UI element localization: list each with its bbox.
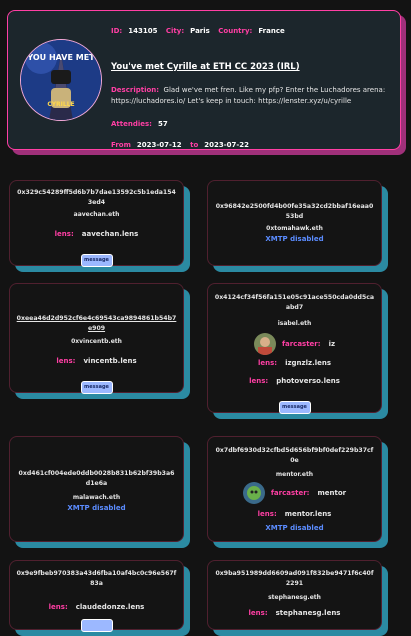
country-label: Country: (218, 27, 253, 35)
farcaster-row: farcaster: mentor (208, 482, 381, 504)
lens-row: lens: izgnzlz.lens (208, 359, 381, 367)
lens-label: lens: (56, 357, 76, 365)
wallet-address: 0x7dbf6930d32cfbd5d656bf9bf0def229b37cf0… (215, 447, 374, 464)
farcaster-handle: iz (328, 340, 336, 348)
avatar (253, 333, 276, 355)
lens-label: lens: (54, 230, 74, 238)
ens-name: aavechan.eth (73, 211, 120, 218)
ens-name: malawach.eth (72, 494, 121, 501)
lens-handle: photoverso.lens (276, 377, 340, 385)
wallet-address: 0x9e9fbeb970383a43d6fba10af4bc0c96e567f8… (16, 570, 177, 587)
message-button[interactable]: message (80, 381, 113, 394)
farcaster-label: farcaster: (281, 340, 321, 348)
from-date: 2023-07-12 (136, 141, 182, 149)
wallet-address: 0xd461cf004ede0ddb0028b831b62bf39b3a6d1e… (18, 470, 175, 487)
lens-row: lens: vincentb.lens (10, 357, 183, 365)
xmtp-status: XMTP disabled (265, 524, 324, 532)
profile-card: 0x4124cf34f56fa151e05c91ace550cda0dd5caa… (207, 283, 382, 414)
ens-name: 0xtomahawk.eth (266, 225, 323, 232)
wallet-address[interactable]: 0xeea46d2d952cf6e4c69543ca9894861b54b7e9… (17, 314, 177, 334)
id-label: ID: (111, 27, 123, 35)
lens-row-2: lens: photoverso.lens (208, 377, 381, 385)
attendees-count: 57 (157, 120, 168, 128)
lens-label: lens: (48, 603, 68, 611)
dates-row: From 2023-07-12 to 2023-07-22 (111, 141, 255, 149)
profile-card: 0x329c54289ff5d6b7b7dae13592c5b1eda1543e… (9, 180, 184, 267)
ens-name: 0xvincentb.eth (71, 338, 122, 345)
xmtp-status: XMTP disabled (265, 235, 324, 243)
to-label: to (190, 141, 199, 149)
event-card: YOU HAVE MET CYRILLE ID: 143105 City: Pari… (7, 10, 401, 150)
lens-row: lens: claudedonze.lens (10, 603, 183, 611)
event-description: Description: Glad we've met fren. Like m… (111, 85, 396, 107)
event-title[interactable]: You've met Cyrille at ETH CC 2023 (IRL) (111, 62, 300, 72)
farcaster-row: farcaster: iz (208, 333, 381, 355)
city-label: City: (165, 27, 185, 35)
lens-handle: mentor.lens (284, 510, 332, 518)
lens-handle: izgnzlz.lens (285, 359, 332, 367)
event-city: Paris (190, 27, 210, 35)
event-id: 143105 (128, 27, 158, 35)
lens-label: lens: (257, 510, 277, 518)
profile-card: 0x7dbf6930d32cfbd5d656bf9bf0def229b37cf0… (207, 436, 382, 542)
logo-text-bottom: CYRILLE (47, 101, 74, 108)
description-label: Description: (111, 86, 160, 94)
ens-name: stephanesg.eth (268, 594, 321, 601)
profile-card: 0xd461cf004ede0ddb0028b831b62bf39b3a6d1e… (9, 436, 184, 542)
lens-handle: vincentb.lens (83, 357, 137, 365)
xmtp-status: XMTP disabled (67, 504, 126, 512)
lens-row: lens: aavechan.lens (10, 230, 183, 238)
to-date: 2023-07-22 (204, 141, 250, 149)
ens-name: isabel.eth (277, 320, 312, 327)
profile-card: 0x9e9fbeb970383a43d6fba10af4bc0c96e567f8… (9, 560, 184, 632)
wallet-address: 0x4124cf34f56fa151e05c91ace550cda0dd5caa… (214, 294, 375, 311)
ens-name: mentor.eth (275, 471, 314, 478)
avatar (242, 482, 265, 504)
event-logo: YOU HAVE MET CYRILLE (20, 39, 102, 121)
lens-handle: claudedonze.lens (75, 603, 145, 611)
profile-card: 0x9ba951989dd6609ad091f832be9471f6c40f22… (207, 560, 382, 630)
from-label: From (111, 141, 131, 149)
message-button[interactable]: message (80, 254, 113, 267)
attendees-row: Attendies: 57 (111, 120, 174, 128)
message-button[interactable] (80, 619, 113, 632)
event-country: France (258, 27, 285, 35)
message-button[interactable]: message (278, 401, 311, 414)
farcaster-label: farcaster: (270, 489, 310, 497)
lens-label: lens: (249, 377, 269, 385)
lens-handle: aavechan.lens (81, 230, 139, 238)
event-meta-row: ID: 143105 City: Paris Country: France (111, 27, 291, 35)
lens-label: lens: (257, 359, 278, 367)
profile-card: 0x96842e2500fd4b00fe35a32cd2bbaf16eaa053… (207, 180, 382, 266)
attendees-label: Attendies: (111, 120, 152, 128)
farcaster-handle: mentor (317, 489, 347, 497)
lens-row: lens: mentor.lens (208, 510, 381, 518)
wallet-address: 0x96842e2500fd4b00fe35a32cd2bbaf16eaa053… (215, 203, 374, 220)
profile-card: 0xeea46d2d952cf6e4c69543ca9894861b54b7e9… (9, 283, 184, 394)
wallet-address: 0x9ba951989dd6609ad091f832be9471f6c40f22… (215, 570, 374, 587)
wallet-address: 0x329c54289ff5d6b7b7dae13592c5b1eda1543e… (17, 189, 176, 206)
logo-text-top: YOU HAVE MET (26, 53, 95, 62)
